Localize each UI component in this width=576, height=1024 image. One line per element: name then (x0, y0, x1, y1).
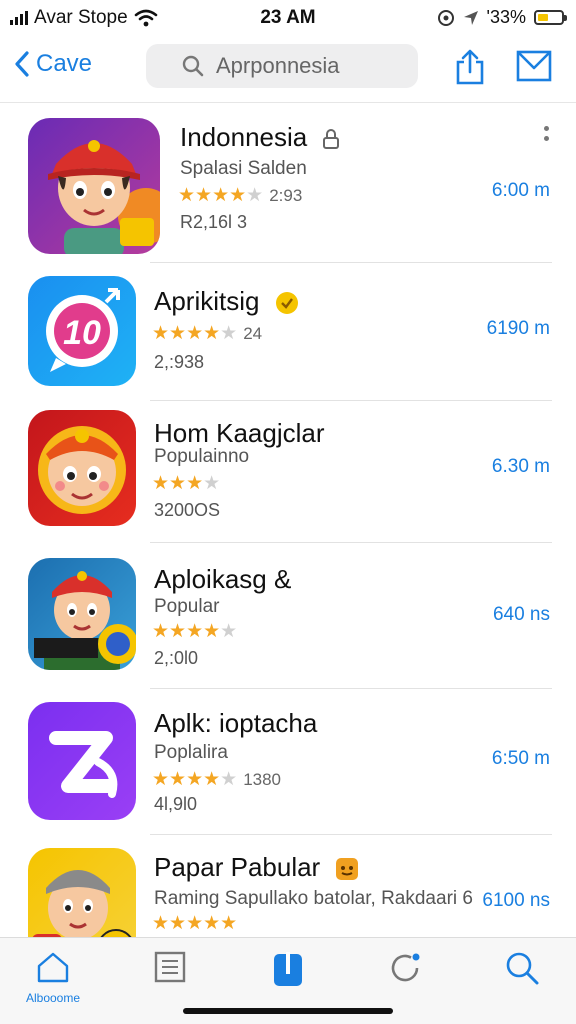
app-icon-indonnesia (28, 118, 160, 254)
app-downloads: 4l,9l0 (154, 794, 198, 814)
nav-bar: Cave Aprponnesia (0, 36, 576, 103)
list-item[interactable]: Papar Pabular Raming Sapullako batolar, … (0, 834, 576, 938)
rating-count: 24 (243, 323, 263, 343)
app-size[interactable]: 6100 ns (482, 890, 550, 912)
app-name: Indonnesia (180, 122, 308, 152)
tab-search[interactable] (487, 950, 557, 991)
app-category: Populainno (154, 446, 250, 467)
document-icon (154, 951, 186, 983)
rating-stars: ★★★★ ★ 24 (152, 323, 263, 344)
app-size[interactable]: 6:50 m (492, 748, 550, 770)
search-text: Aprponnesia (216, 53, 340, 78)
app-downloads: 2,:0l0 (154, 648, 199, 668)
tab-bar: Albooome (0, 937, 576, 1024)
app-title: Aploikasg & (154, 564, 292, 594)
app-size[interactable]: 6.30 m (492, 456, 550, 478)
app-size[interactable]: 6190 m (487, 318, 550, 340)
app-title: Indonnesia (180, 122, 340, 153)
home-indicator (183, 1008, 393, 1014)
envelope-icon (516, 50, 552, 82)
tab-apps[interactable] (253, 950, 323, 993)
character-icon (32, 870, 133, 938)
battery-icon (534, 10, 567, 25)
app-title: Aprikitsig (154, 286, 299, 317)
rating-stars: ★★★★★ (152, 913, 238, 934)
search-icon (182, 55, 204, 77)
status-bar: Avar Stope 23 AM '33% (0, 0, 576, 34)
list-item[interactable]: Hom Kaagjclar Populainno ★★★ ★ 3200OS 6.3… (0, 400, 576, 542)
app-size[interactable]: 6:00 m (492, 180, 550, 202)
app-size[interactable]: 640 ns (493, 604, 550, 626)
cartoon-face-icon (38, 426, 126, 514)
character-icon (34, 571, 136, 670)
chevron-left-icon (15, 51, 29, 77)
lock-icon (323, 129, 340, 150)
share-button[interactable] (454, 48, 486, 91)
app-category: Spalasi Salden (180, 158, 307, 179)
rating-stars: ★★★★ ★ 2:93 (178, 185, 303, 206)
list-item[interactable]: Indonnesia Spalasi Salden ★★★★ ★ 2:93 R2,… (0, 104, 576, 262)
app-icon-papar-pabular (28, 848, 136, 938)
tab-albums[interactable]: Albooome (18, 950, 88, 1005)
character-icon (48, 140, 160, 254)
app-icon-hom-kaagjclar (28, 410, 136, 526)
app-icon-aploikasg (28, 558, 136, 670)
location-icon (463, 10, 478, 25)
rating-stars: ★★★★★ (152, 621, 238, 642)
list-item[interactable]: Aploikasg & Popular ★★★★ ★ 2,:0l0 640 ns (0, 542, 576, 688)
letter-z-icon (49, 731, 118, 798)
tab-updates[interactable] (370, 950, 440, 991)
app-category: Popular (154, 596, 220, 617)
app-name: Aprikitsig (154, 286, 260, 316)
rating-stars: ★★★★ ★ 1380 (152, 769, 282, 790)
app-title: Hom Kaagjclar (154, 418, 325, 448)
rating-stars: ★★★ ★ (152, 473, 221, 494)
verified-badge-icon (275, 292, 298, 315)
more-options-button[interactable] (544, 126, 550, 146)
app-icon-aprikitsig: 10 (28, 276, 136, 386)
game-badge-icon (336, 858, 359, 881)
app-name: Papar Pabular (154, 852, 321, 882)
status-right: '33% (437, 7, 567, 28)
home-icon (37, 952, 69, 983)
chat-bubble-icon: 10 (46, 288, 120, 372)
app-downloads: R2,16l 3 (180, 212, 248, 232)
app-list: Indonnesia Spalasi Salden ★★★★ ★ 2:93 R2,… (0, 104, 576, 938)
search-field[interactable]: Aprponnesia (146, 44, 418, 88)
screen-lock-icon (437, 9, 454, 26)
app-title: Aplk: ioptacha (154, 708, 318, 738)
svg-text:10: 10 (63, 314, 101, 352)
app-downloads: 3200OS (154, 500, 221, 520)
app-store-icon (274, 952, 302, 986)
app-category: Raming Sapullako batolar, Rakdaari 6, (154, 888, 474, 909)
rating-count: 2:93 (269, 185, 303, 205)
app-category: Poplalira (154, 742, 228, 763)
list-item[interactable]: Aplk: ioptacha Poplalira ★★★★ ★ 1380 4l,9… (0, 688, 576, 834)
rating-count: 1380 (243, 769, 282, 789)
search-icon (506, 952, 539, 985)
app-icon-aplk-ioptacha (28, 702, 136, 820)
app-title: Papar Pabular (154, 852, 359, 883)
share-icon (456, 49, 484, 85)
list-item[interactable]: 10 Aprikitsig ★★★★ ★ 24 2,:938 6190 m (0, 262, 576, 400)
tab-documents[interactable] (135, 950, 205, 989)
app-downloads: 2,:938 (154, 352, 205, 372)
battery-percent: '33% (486, 7, 526, 27)
tab-albums-label: Albooome (25, 991, 81, 1005)
back-button[interactable]: Cave (14, 50, 92, 78)
mail-button[interactable] (516, 50, 552, 87)
refresh-icon (391, 953, 420, 982)
back-label: Cave (36, 50, 93, 77)
